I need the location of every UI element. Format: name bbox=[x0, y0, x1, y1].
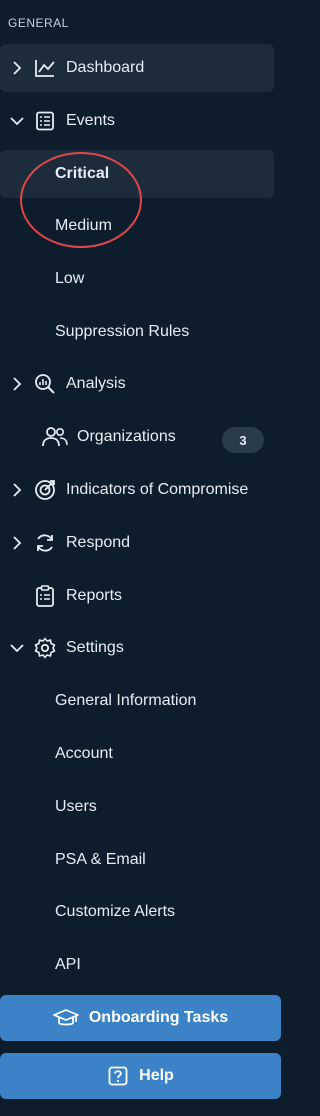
line-chart-icon bbox=[34, 57, 56, 79]
nav-label-low: Low bbox=[55, 270, 85, 287]
nav-label-dashboard: Dashboard bbox=[66, 59, 145, 76]
chevron-down-icon[interactable] bbox=[8, 112, 26, 130]
nav-label-ioc: Indicators of Compromise bbox=[66, 481, 249, 498]
nav-label-organizations: Organizations bbox=[77, 428, 176, 445]
nav-label-analysis: Analysis bbox=[66, 375, 126, 392]
help-label: Help bbox=[139, 1067, 174, 1084]
users-icon bbox=[42, 426, 68, 448]
nav-label-events: Events bbox=[66, 112, 115, 129]
chevron-right-icon[interactable] bbox=[8, 534, 26, 552]
magnifier-chart-icon bbox=[34, 373, 56, 395]
nav-label-account: Account bbox=[55, 745, 113, 762]
target-icon bbox=[34, 479, 56, 501]
nav-label-settings: Settings bbox=[66, 639, 124, 656]
nav-item-low[interactable]: Low bbox=[0, 255, 281, 303]
nav-item-analysis[interactable]: Analysis bbox=[0, 360, 281, 408]
nav-item-dashboard[interactable]: Dashboard bbox=[0, 44, 274, 92]
chevron-right-icon[interactable] bbox=[8, 375, 26, 393]
nav-item-psa-email[interactable]: PSA & Email bbox=[0, 836, 281, 884]
chevron-right-icon[interactable] bbox=[8, 481, 26, 499]
nav-item-respond[interactable]: Respond bbox=[0, 519, 281, 567]
nav-label-reports: Reports bbox=[66, 587, 123, 604]
gear-icon bbox=[34, 637, 56, 659]
nav-item-suppression-rules[interactable]: Suppression Rules bbox=[0, 308, 281, 356]
nav-item-indicators-of-compromise[interactable]: Indicators of Compromise bbox=[0, 466, 281, 514]
question-box-icon bbox=[107, 1065, 129, 1087]
nav-item-critical[interactable]: Critical bbox=[0, 150, 274, 198]
nav-item-medium[interactable]: Medium bbox=[0, 202, 281, 250]
section-label-general: GENERAL bbox=[8, 16, 69, 30]
nav-label-medium: Medium bbox=[55, 217, 112, 234]
nav-item-settings[interactable]: Settings bbox=[0, 624, 281, 672]
clipboard-icon bbox=[34, 585, 56, 607]
nav-label-suppression-rules: Suppression Rules bbox=[55, 323, 190, 340]
help-button[interactable]: Help bbox=[0, 1053, 281, 1099]
nav-label-critical: Critical bbox=[55, 165, 110, 182]
nav-label-customize-alerts: Customize Alerts bbox=[55, 903, 176, 920]
onboarding-tasks-button[interactable]: Onboarding Tasks bbox=[0, 995, 281, 1041]
nav-label-psa-email: PSA & Email bbox=[55, 851, 146, 868]
nav-item-reports[interactable]: Reports bbox=[0, 572, 281, 620]
checklist-icon bbox=[34, 110, 56, 132]
nav-label-respond: Respond bbox=[66, 534, 131, 551]
nav-item-general-information[interactable]: General Information bbox=[0, 677, 281, 725]
chevron-down-icon[interactable] bbox=[8, 639, 26, 657]
nav-item-users[interactable]: Users bbox=[0, 783, 281, 831]
organizations-count-badge: 3 bbox=[222, 427, 264, 453]
nav-label-api: API bbox=[55, 956, 81, 973]
nav-item-customize-alerts[interactable]: Customize Alerts bbox=[0, 888, 281, 936]
nav-label-users: Users bbox=[55, 798, 97, 815]
nav-item-events[interactable]: Events bbox=[0, 97, 281, 145]
onboarding-tasks-label: Onboarding Tasks bbox=[88, 1009, 229, 1026]
nav-item-organizations[interactable]: Organizations 3 bbox=[0, 413, 281, 461]
nav-item-account[interactable]: Account bbox=[0, 730, 281, 778]
nav-label-general-information: General Information bbox=[55, 692, 197, 709]
nav-item-api[interactable]: API bbox=[0, 941, 281, 989]
graduation-cap-icon bbox=[53, 1007, 79, 1029]
refresh-icon bbox=[34, 532, 56, 554]
chevron-right-icon[interactable] bbox=[8, 59, 26, 77]
